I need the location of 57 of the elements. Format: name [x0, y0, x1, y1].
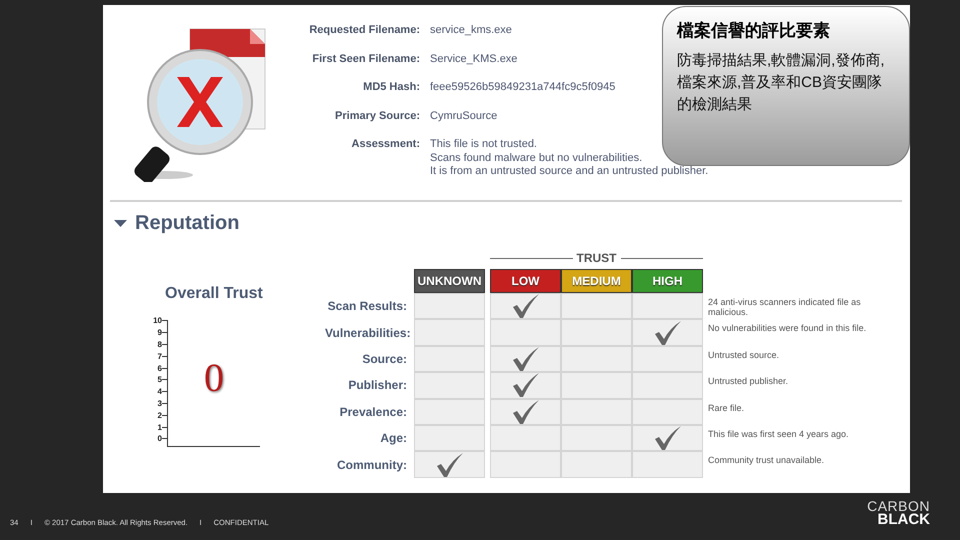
check-icon [512, 398, 540, 425]
chart-title: Overall Trust [165, 285, 264, 303]
trust-level-header: UNKNOWN [414, 269, 485, 293]
tick-label: 2 [156, 410, 162, 420]
trust-level-header: HIGH [632, 269, 703, 293]
tick-label: 10 [152, 316, 162, 326]
check-icon [654, 320, 682, 346]
criterion-description: 24 anti-virus scanners indicated file as malicious. [708, 296, 862, 317]
check-icon [512, 372, 540, 398]
criterion-label: Vulnerabilities: [325, 326, 407, 340]
criterion-description: Untrusted publisher. [708, 375, 790, 386]
criterion-description: Untrusted source. [708, 348, 780, 360]
tick-label: 3 [156, 398, 162, 408]
tick-label: 5 [156, 375, 162, 384]
criterion-description: Community trust unavailable. [708, 454, 826, 466]
callout-title: 檔案信譽的評比要素 [677, 20, 831, 42]
tick-label: 8 [156, 340, 162, 349]
criterion-description: This file was first seen 4 years ago. [708, 428, 850, 439]
field-value: service_kms.exe [430, 24, 512, 36]
field-value: CymruSource [430, 110, 498, 122]
logo-text: BLACK [878, 513, 930, 527]
tick-label: 1 [156, 422, 162, 432]
field-label: Assessment: [350, 138, 420, 152]
callout-text: 防毒掃描結果,軟體漏洞,發佈商,檔案來源,普及率和CB資安團隊的檢測結果 [677, 51, 886, 115]
trust-level-header: LOW [490, 269, 561, 293]
section-title: Reputation [135, 212, 240, 235]
assessment-line: This file is not trusted. [430, 138, 538, 152]
field-label: Primary Source: [334, 110, 420, 122]
tick-label: 6 [156, 364, 162, 373]
tick-label: 9 [156, 328, 162, 338]
field-label: MD5 Hash: [362, 81, 420, 93]
check-icon [654, 425, 682, 452]
criterion-label: Community: [336, 458, 407, 472]
assessment-line: Scans found malware but no vulnerabilities. [430, 152, 644, 165]
field-label: Requested Filename: [308, 24, 420, 36]
trust-score: 0 [204, 354, 224, 400]
tick-label: 4 [156, 387, 162, 396]
logo-text: CARBON [867, 499, 930, 513]
criterion-label: Publisher: [347, 378, 407, 392]
criterion-description: Rare file. [708, 402, 746, 413]
trust-header: TRUST [490, 247, 703, 269]
check-icon [436, 452, 464, 478]
criterion-label: Age: [379, 431, 407, 446]
trust-level-header: MEDIUM [561, 269, 632, 293]
assessment-line: It is from an untrusted source and an untrusted publisher. [430, 165, 708, 178]
caret-icon[interactable] [114, 219, 127, 228]
criterion-label: Source: [361, 352, 407, 366]
field-label: First Seen Filename: [311, 52, 420, 64]
criterion-description: No vulnerabilities were found in this file. [708, 322, 868, 334]
check-icon [512, 293, 540, 320]
field-value: feee59526b59849231a744fc9c5f0945 [430, 81, 616, 93]
field-value: Service_KMS.exe [430, 52, 518, 64]
tick-label: 7 [156, 352, 162, 361]
tick-label: 0 [156, 434, 162, 444]
criterion-label: Prevalence: [338, 404, 407, 419]
criterion-label: Scan Results: [326, 299, 407, 314]
check-icon [512, 346, 540, 372]
